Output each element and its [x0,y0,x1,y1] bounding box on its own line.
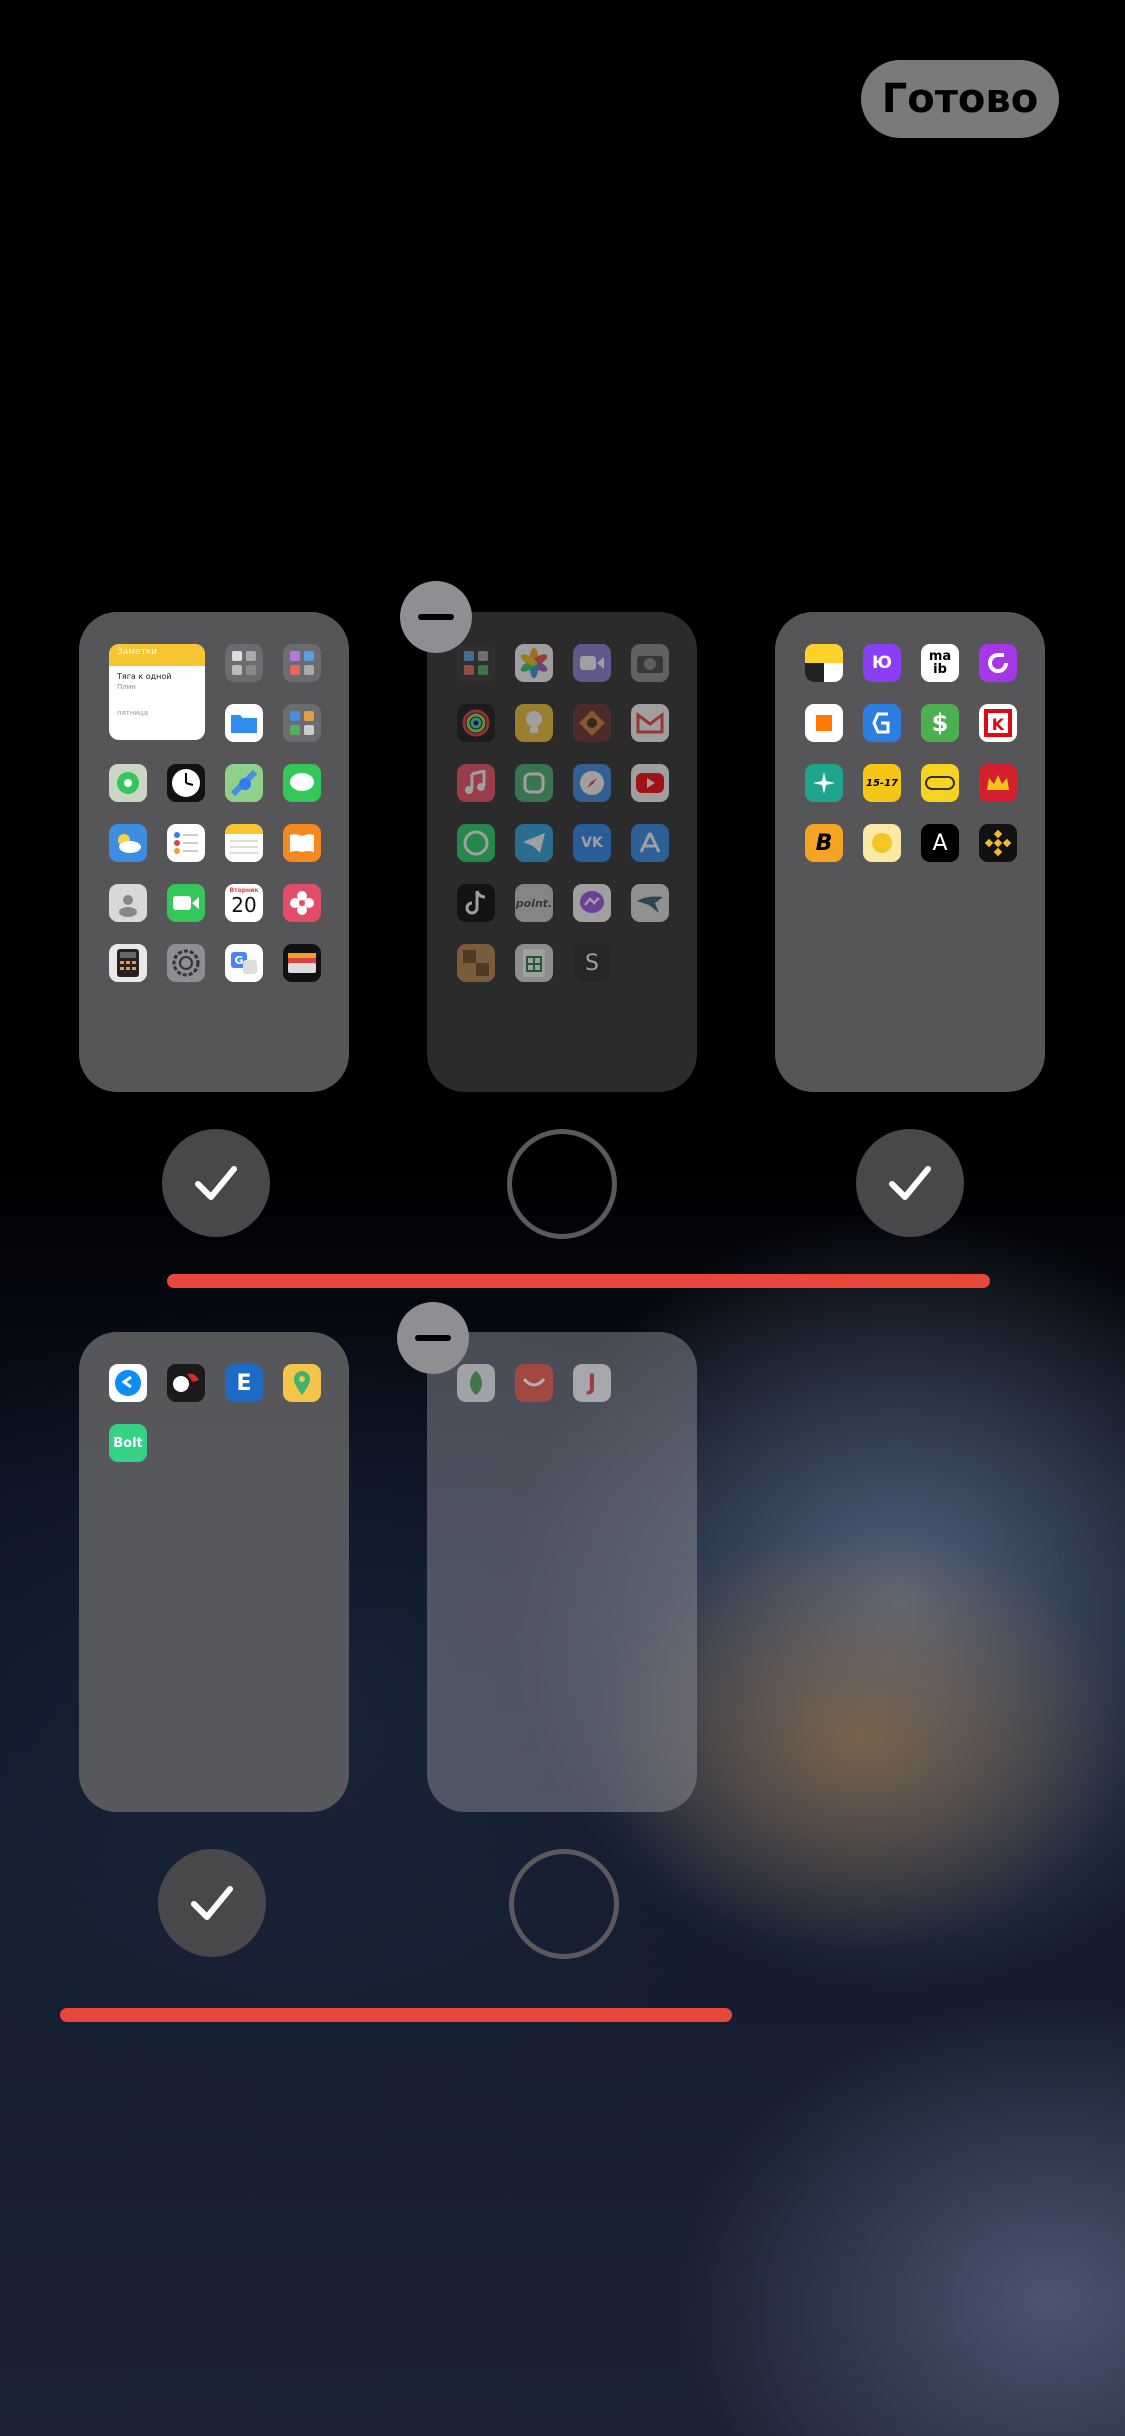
safari-icon [573,764,611,802]
b-label: B [815,830,833,856]
app-store-icon [631,824,669,862]
notes-icon [225,824,263,862]
translate-icon: G [225,944,263,982]
wallet-icon [283,944,321,982]
blue-app-icon [863,704,901,742]
bolt-icon: Bolt [109,1424,147,1462]
crown-icon [979,764,1017,802]
taxi-label: 15-17 [866,777,898,789]
messenger-icon [573,884,611,922]
fonbet-icon [167,1364,205,1402]
flower-icon [283,884,321,922]
find-my-icon [109,764,147,802]
shazam-icon [109,1364,147,1402]
svg-text:G: G [234,954,243,967]
gmail-icon [631,704,669,742]
youtube-icon [631,764,669,802]
ticket-icon [921,764,959,802]
home-page-1[interactable]: Заметки Тяга к одной Плин пятница Вторни… [79,612,349,1092]
s-icon: S [573,944,611,982]
whatsapp-icon [457,824,495,862]
page-3-checkbox[interactable] [856,1129,964,1237]
telegram-icon [515,824,553,862]
red-underline [167,1274,990,1288]
folder-icon [283,704,321,742]
maib-icon: ma ib [921,644,959,682]
photos-icon [515,644,553,682]
remove-page-5-button[interactable] [397,1302,469,1374]
vk-icon: VK [573,824,611,862]
e-icon: E [225,1364,263,1402]
page-4-checkbox[interactable] [158,1849,266,1957]
orange-icon [805,704,843,742]
camera-icon [631,644,669,682]
calculator-icon [109,944,147,982]
maps-icon [225,764,263,802]
settings-icon [167,944,205,982]
home-page-2[interactable]: VK point. S [427,612,697,1092]
tiktok-icon [457,884,495,922]
music-icon [457,764,495,802]
bulb-icon [515,704,553,742]
refresh-icon [979,644,1017,682]
mi-icon [515,764,553,802]
page-2-checkbox[interactable] [507,1129,617,1239]
page-1-checkbox[interactable] [162,1129,270,1237]
maib-label-2: ib [933,662,947,677]
done-button[interactable]: Готово [861,60,1059,138]
activity-icon [457,704,495,742]
dollar-icon: $ [921,704,959,742]
pin-icon [283,1364,321,1402]
home-page-5[interactable]: J [427,1332,697,1812]
calendar-icon: Вторник 20 [225,884,263,922]
facetime-icon [167,884,205,922]
dollar-label: $ [931,709,949,737]
a-label: A [932,830,948,856]
game-icon [573,704,611,742]
coin-icon [863,824,901,862]
bolt-label: Bolt [113,1435,143,1451]
a-icon: A [921,824,959,862]
binance-icon [979,824,1017,862]
contacts-icon [109,884,147,922]
video-icon [573,644,611,682]
files-icon [225,704,263,742]
leaf-icon [457,1364,495,1402]
folder-icon [225,644,263,682]
kaufland-icon: K [979,704,1017,742]
chess-icon [457,944,495,982]
sparkle-icon [805,764,843,802]
vk-label: VK [581,835,603,851]
yandex-icon [805,644,843,682]
home-page-4[interactable]: E Bolt [79,1332,349,1812]
page-5-checkbox[interactable] [509,1849,619,1959]
j-label: J [587,1370,597,1396]
yumoney-label: Ю [872,653,892,673]
point-label: point. [515,896,553,910]
weather-icon [109,824,147,862]
e-label: E [236,1370,252,1396]
folder-icon [457,644,495,682]
aliexpress-icon [515,1364,553,1402]
b-icon: B [805,824,843,862]
point-icon: point. [515,884,553,922]
kaufland-letter: K [992,715,1005,734]
s-label: S [585,950,599,976]
taxi-icon: 15-17 [863,764,901,802]
remove-page-2-button[interactable] [400,581,472,653]
bird-icon [631,884,669,922]
books-icon [283,824,321,862]
j-icon: J [573,1364,611,1402]
folder-icon [283,644,321,682]
red-underline [60,2008,732,2022]
yumoney-icon: Ю [863,644,901,682]
sheets-icon [515,944,553,982]
calendar-day-number: 20 [231,893,257,917]
reminders-icon [167,824,205,862]
clock-icon [167,764,205,802]
home-page-3[interactable]: Ю ma ib $ K 15-17 B A [775,612,1045,1092]
messages-icon [283,764,321,802]
